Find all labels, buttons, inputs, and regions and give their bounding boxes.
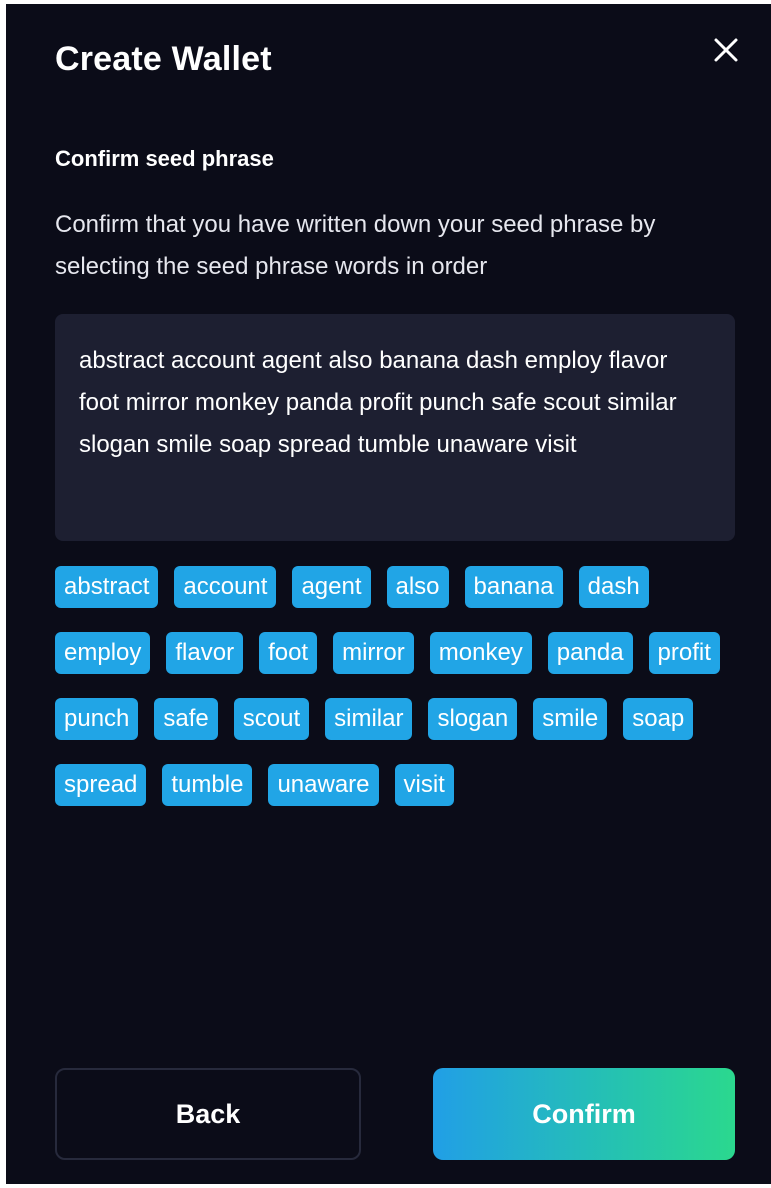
word-chip-safe[interactable]: safe bbox=[154, 698, 218, 740]
word-chip-scout[interactable]: scout bbox=[233, 698, 310, 740]
section-description: Confirm that you have written down your … bbox=[55, 211, 656, 280]
create-wallet-modal: Create Wallet Confirm seed phrase Confir… bbox=[6, 4, 771, 1184]
word-chip-abstract[interactable]: abstract bbox=[55, 566, 159, 608]
word-chip-profit[interactable]: profit bbox=[648, 632, 720, 674]
word-chip-account[interactable]: account bbox=[174, 566, 277, 608]
word-chip-visit[interactable]: visit bbox=[394, 764, 454, 806]
word-chip-agent[interactable]: agent bbox=[292, 566, 371, 608]
close-button[interactable] bbox=[706, 30, 746, 70]
back-button[interactable]: Back bbox=[55, 1068, 361, 1160]
confirm-button[interactable]: Confirm bbox=[433, 1068, 735, 1160]
close-icon bbox=[714, 38, 738, 62]
section-title: Confirm seed phrase bbox=[55, 146, 274, 171]
word-chip-monkey[interactable]: monkey bbox=[429, 632, 532, 674]
word-chip-flavor[interactable]: flavor bbox=[166, 632, 244, 674]
selected-phrase-box: abstract account agent also banana dash … bbox=[55, 314, 735, 541]
word-chip-punch[interactable]: punch bbox=[55, 698, 139, 740]
selected-phrase-text: abstract account agent also banana dash … bbox=[79, 347, 677, 458]
word-chip-similar[interactable]: similar bbox=[325, 698, 413, 740]
word-chip-panda[interactable]: panda bbox=[547, 632, 633, 674]
word-chip-also[interactable]: also bbox=[386, 566, 449, 608]
word-chip-soap[interactable]: soap bbox=[623, 698, 694, 740]
word-chip-unaware[interactable]: unaware bbox=[268, 764, 379, 806]
word-chip-mirror[interactable]: mirror bbox=[333, 632, 414, 674]
modal-title: Create Wallet bbox=[55, 40, 272, 78]
word-chip-slogan[interactable]: slogan bbox=[428, 698, 518, 740]
word-chip-banana[interactable]: banana bbox=[464, 566, 563, 608]
word-chip-foot[interactable]: foot bbox=[259, 632, 318, 674]
word-chip-employ[interactable]: employ bbox=[55, 632, 151, 674]
word-chip-dash[interactable]: dash bbox=[578, 566, 649, 608]
word-chip-list: abstract account agent also banana dash employ… bbox=[55, 566, 745, 806]
word-chip-smile[interactable]: smile bbox=[533, 698, 608, 740]
word-chip-spread[interactable]: spread bbox=[55, 764, 147, 806]
word-chip-tumble[interactable]: tumble bbox=[162, 764, 253, 806]
